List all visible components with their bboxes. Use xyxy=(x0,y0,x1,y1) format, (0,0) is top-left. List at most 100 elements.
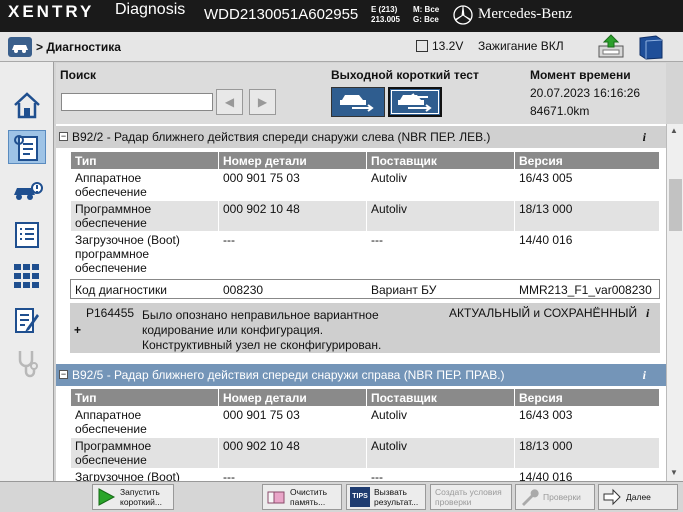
output-test-button-2[interactable] xyxy=(388,87,442,117)
button-label: Вызвать результат... xyxy=(374,487,419,507)
search-next-button[interactable]: ▶ xyxy=(249,89,276,115)
table-cell: Аппаратное обеспечение xyxy=(70,406,219,438)
column-header: Номер детали xyxy=(218,151,367,170)
table-cell: --- xyxy=(218,231,367,277)
model-line2: 213.005 xyxy=(371,15,400,24)
stethoscope-icon xyxy=(18,351,38,378)
fault-description: Было опознано неправильное вариантное ко… xyxy=(142,308,382,352)
table-cell: Autoliv xyxy=(366,169,515,201)
scroll-up-icon[interactable]: ▲ xyxy=(670,126,678,135)
list-icon xyxy=(15,222,39,248)
table-row: Программное обеспечение 000 902 10 48 Au… xyxy=(70,437,660,469)
table-cell: 000 901 75 03 xyxy=(218,406,367,438)
variant-label: Вариант БУ xyxy=(371,283,437,297)
list-button[interactable] xyxy=(8,218,46,252)
checks-button[interactable]: Проверки xyxy=(515,484,595,510)
control-units-grid-icon xyxy=(14,264,39,288)
info-icon[interactable]: i xyxy=(646,306,649,321)
vin-number: WDD2130051A602955 xyxy=(204,6,359,23)
table-cell: --- xyxy=(366,468,515,481)
ignition-status: Зажигание ВКЛ xyxy=(478,39,564,53)
edit-document-button[interactable] xyxy=(8,304,46,338)
column-header: Номер детали xyxy=(218,388,367,407)
car-arrow-right-icon xyxy=(340,95,374,112)
button-label: Очистить память... xyxy=(290,487,328,507)
breadcrumb-bar: > Диагностика 13.2V Зажигание ВКЛ xyxy=(0,32,683,62)
left-sidebar xyxy=(0,62,54,482)
model-code: E (213) 213.005 xyxy=(371,5,400,25)
table-cell: Autoliv xyxy=(366,200,515,232)
component-table-b92-2: Тип Номер детали Поставщик Версия Аппара… xyxy=(70,151,660,277)
info-icon[interactable]: i xyxy=(643,368,646,383)
output-test-label: Выходной короткий тест xyxy=(331,68,479,82)
table-cell: Autoliv xyxy=(366,406,515,438)
start-quick-test-button[interactable]: Запустить короткий... xyxy=(92,484,174,510)
print-icon[interactable] xyxy=(596,34,626,60)
output-test-button-1[interactable] xyxy=(331,87,385,117)
table-cell: Загрузочное (Boot) программное обеспечен… xyxy=(70,231,219,277)
xentry-logo: XENTRY xyxy=(8,2,95,21)
table-cell: 16/43 005 xyxy=(514,169,660,201)
brand-name: Mercedes-Benz xyxy=(478,6,573,22)
expand-icon[interactable]: + xyxy=(74,323,81,337)
table-cell: Загрузочное (Boot) программное обеспечен… xyxy=(70,468,219,481)
timestamp-mileage: 84671.0km xyxy=(530,104,590,118)
fault-code: P164455 xyxy=(86,306,135,320)
section-header-b92-5[interactable]: − B92/5 - Радар ближнего действия сперед… xyxy=(56,364,666,386)
component-table-b92-5: Тип Номер детали Поставщик Версия Аппара… xyxy=(70,388,660,481)
table-cell: 18/13 000 xyxy=(514,437,660,469)
table-cell: 14/40 016 xyxy=(514,468,660,481)
table-header-row: Тип Номер детали Поставщик Версия xyxy=(70,388,660,407)
button-label: Создать условия проверки xyxy=(435,487,502,507)
fault-entry[interactable]: P164455 + Было опознано неправильное вар… xyxy=(70,303,660,353)
table-cell: 000 901 75 03 xyxy=(218,169,367,201)
vehicle-fault-button[interactable] xyxy=(8,174,46,208)
table-cell: --- xyxy=(366,231,515,277)
diagnosis-clipboard-icon xyxy=(14,135,38,161)
button-label: Запустить короткий... xyxy=(120,487,163,507)
column-header: Версия xyxy=(514,388,660,407)
scroll-thumb[interactable] xyxy=(669,179,682,231)
battery-icon xyxy=(416,40,428,52)
diag-code-value: 008230 xyxy=(223,283,264,297)
next-button[interactable]: Далее xyxy=(598,484,678,510)
table-cell: 000 902 10 48 xyxy=(218,200,367,232)
search-input[interactable] xyxy=(61,93,213,111)
table-cell: 16/43 003 xyxy=(514,406,660,438)
table-cell: Autoliv xyxy=(366,437,515,469)
vertical-scrollbar[interactable]: ▲ ▼ xyxy=(666,124,683,481)
column-header: Версия xyxy=(514,151,660,170)
manual-book-icon[interactable] xyxy=(636,34,666,60)
timestamp-label: Момент времени xyxy=(530,68,631,82)
mercedes-star-icon xyxy=(453,5,473,25)
section-title: B92/5 - Радар ближнего действия спереди … xyxy=(72,368,505,382)
arrow-right-icon xyxy=(603,488,621,506)
collapse-toggle[interactable]: − xyxy=(59,370,68,379)
search-prev-button[interactable]: ◀ xyxy=(216,89,243,115)
table-row: Аппаратное обеспечение 000 901 75 03 Aut… xyxy=(70,169,660,201)
section-header-b92-2[interactable]: − B92/2 - Радар ближнего действия сперед… xyxy=(56,126,666,148)
call-result-button[interactable]: TIPS Вызвать результат... xyxy=(346,484,426,510)
timestamp-datetime: 20.07.2023 16:16:26 xyxy=(530,86,641,100)
column-header: Поставщик xyxy=(366,151,515,170)
diagnosis-button[interactable] xyxy=(8,130,46,164)
mode-line1: M: Все xyxy=(413,5,440,14)
button-label: Проверки xyxy=(543,492,581,502)
wrench-icon xyxy=(522,489,539,506)
collapse-toggle[interactable]: − xyxy=(59,132,68,141)
stethoscope-button[interactable] xyxy=(8,346,46,380)
title-bar: XENTRY Diagnosis WDD2130051A602955 E (21… xyxy=(0,0,683,32)
home-button[interactable] xyxy=(8,88,46,122)
column-header: Тип xyxy=(70,388,219,407)
car-warning-icon xyxy=(14,182,43,200)
info-icon[interactable]: i xyxy=(643,130,646,145)
scroll-down-icon[interactable]: ▼ xyxy=(670,468,678,477)
create-conditions-button[interactable]: Создать условия проверки xyxy=(430,484,512,510)
column-header: Тип xyxy=(70,151,219,170)
bottom-toolbar: Запустить короткий... Очистить память...… xyxy=(0,481,683,512)
control-units-button[interactable] xyxy=(8,260,46,294)
clear-memory-button[interactable]: Очистить память... xyxy=(262,484,342,510)
car-icon[interactable] xyxy=(8,37,32,57)
diagnostic-code-row: Код диагностики 008230 Вариант БУ MMR213… xyxy=(70,279,660,299)
car-arrow-swap-icon xyxy=(398,93,432,112)
